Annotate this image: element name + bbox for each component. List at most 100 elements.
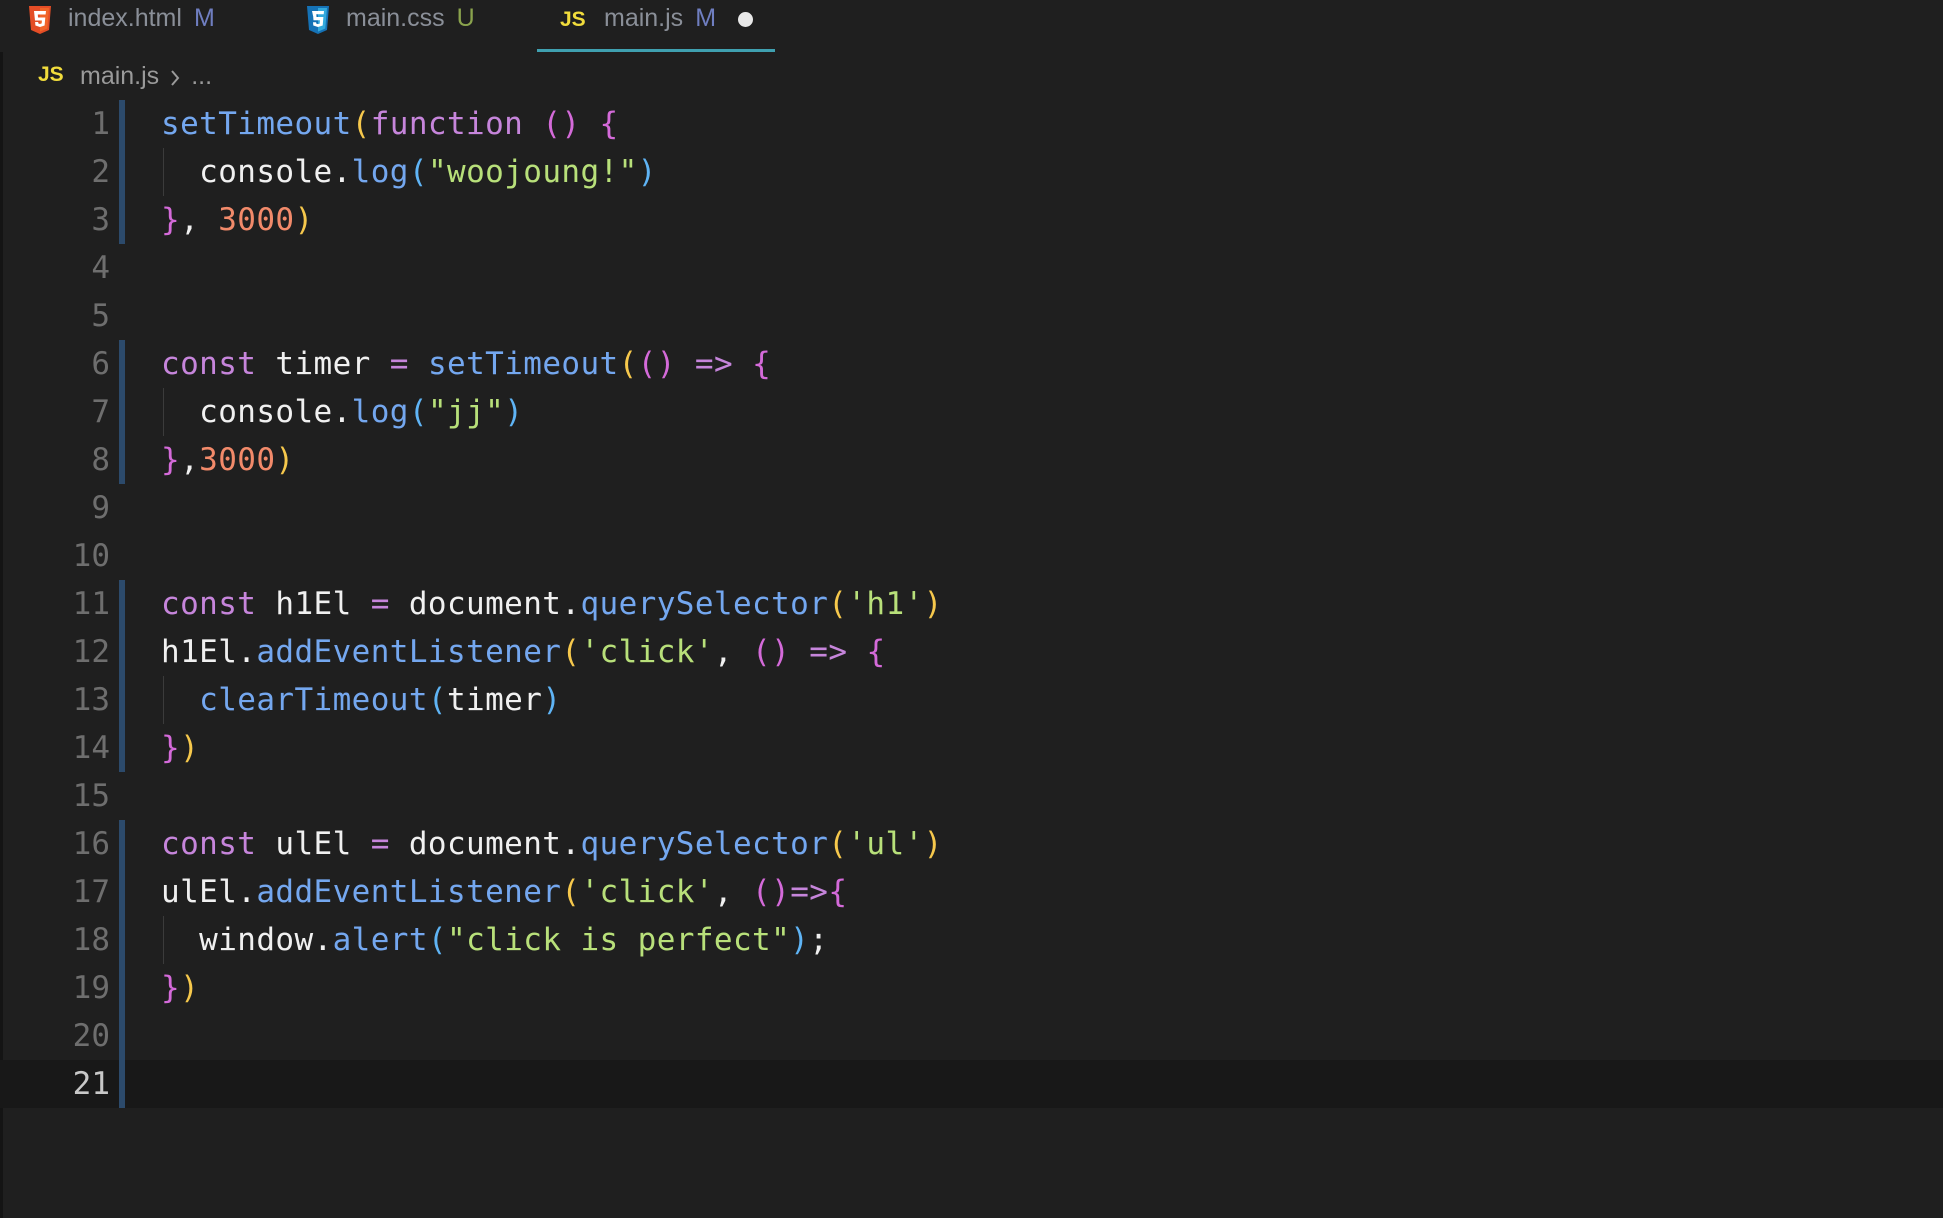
git-modified-gutter-marker[interactable]: [119, 196, 125, 244]
code-content[interactable]: }): [161, 964, 1943, 1012]
breadcrumb-file[interactable]: main.js: [80, 62, 159, 91]
code-token: .: [237, 874, 257, 910]
code-content[interactable]: console.log("woojoung!"): [161, 148, 1943, 196]
code-content[interactable]: window.alert("click is perfect");: [161, 916, 1943, 964]
code-content[interactable]: },3000): [161, 436, 1943, 484]
code-content[interactable]: [161, 292, 1943, 340]
code-content[interactable]: ulEl.addEventListener('click', ()=>{: [161, 868, 1943, 916]
line-number: 7: [91, 394, 110, 430]
code-token: 'h1': [847, 586, 924, 622]
code-token: (: [828, 586, 848, 622]
code-content[interactable]: [161, 244, 1943, 292]
code-content[interactable]: }, 3000): [161, 196, 1943, 244]
code-token: }: [161, 730, 181, 766]
git-modified-gutter-marker[interactable]: [119, 868, 125, 916]
code-line[interactable]: 19}): [0, 964, 1943, 1012]
code-token: .: [313, 922, 333, 958]
code-line[interactable]: 3}, 3000): [0, 196, 1943, 244]
code-line[interactable]: 11 const h1El = document.querySelector('h…: [0, 580, 1943, 628]
line-number: 8: [91, 442, 110, 478]
code-token: (: [561, 634, 581, 670]
code-content[interactable]: [161, 532, 1943, 580]
line-number: 5: [91, 298, 110, 334]
code-token: setTimeout: [161, 106, 352, 142]
code-line[interactable]: 14}): [0, 724, 1943, 772]
code-text: setTimeout(function () {: [161, 106, 619, 142]
code-line[interactable]: 17 ulEl.addEventListener('click', ()=>{: [0, 868, 1943, 916]
code-text: window.alert("click is perfect");: [161, 922, 828, 958]
code-line[interactable]: 1 setTimeout(function () {: [0, 100, 1943, 148]
code-content[interactable]: const ulEl = document.querySelector('ul'…: [161, 820, 1943, 868]
code-content[interactable]: [161, 484, 1943, 532]
code-token: .: [561, 586, 581, 622]
code-token: (): [752, 634, 791, 670]
code-content[interactable]: [161, 1060, 1943, 1108]
code-line[interactable]: 15: [0, 772, 1943, 820]
git-modified-gutter-marker[interactable]: [119, 100, 125, 148]
line-number: 9: [91, 490, 110, 526]
code-text: const ulEl = document.querySelector('ul'…: [161, 826, 943, 862]
code-token: {: [752, 346, 772, 382]
code-token: "click is perfect": [447, 922, 791, 958]
code-text: },3000): [161, 442, 295, 478]
code-token: ): [180, 730, 200, 766]
code-line[interactable]: 12 h1El.addEventListener('click', () => {: [0, 628, 1943, 676]
line-number: 4: [91, 250, 110, 286]
code-token: {: [866, 634, 886, 670]
code-token: const: [161, 826, 257, 862]
tab-main-css[interactable]: main.css U: [304, 0, 475, 52]
git-modified-gutter-marker[interactable]: [119, 1060, 125, 1108]
breadcrumb-symbols[interactable]: ...: [191, 62, 212, 91]
git-modified-gutter-marker[interactable]: [119, 1012, 125, 1060]
code-line[interactable]: 9: [0, 484, 1943, 532]
code-token: 3000: [199, 442, 276, 478]
chevron-right-icon: [169, 66, 181, 86]
code-token: window: [161, 922, 314, 958]
git-modified-gutter-marker[interactable]: [119, 916, 125, 964]
git-modified-gutter-marker[interactable]: [119, 580, 125, 628]
code-token: ,: [180, 202, 219, 238]
code-line[interactable]: 7 console.log("jj"): [0, 388, 1943, 436]
code-content[interactable]: clearTimeout(timer): [161, 676, 1943, 724]
code-content[interactable]: console.log("jj"): [161, 388, 1943, 436]
git-modified-gutter-marker[interactable]: [119, 148, 125, 196]
code-content[interactable]: }): [161, 724, 1943, 772]
code-line[interactable]: 10: [0, 532, 1943, 580]
git-modified-gutter-marker[interactable]: [119, 676, 125, 724]
code-content[interactable]: h1El.addEventListener('click', () => {: [161, 628, 1943, 676]
code-token: timer: [446, 682, 543, 718]
code-line[interactable]: 21: [0, 1060, 1943, 1108]
git-modified-gutter-marker[interactable]: [119, 628, 125, 676]
code-line[interactable]: 16 const ulEl = document.querySelector('u…: [0, 820, 1943, 868]
code-content[interactable]: const h1El = document.querySelector('h1'…: [161, 580, 1943, 628]
line-number: 20: [72, 1018, 110, 1054]
git-modified-gutter-marker[interactable]: [119, 964, 125, 1012]
git-modified-gutter-marker[interactable]: [119, 820, 125, 868]
tab-main-js[interactable]: JS main.js M: [560, 0, 754, 52]
code-line[interactable]: 5: [0, 292, 1943, 340]
git-modified-gutter-marker[interactable]: [119, 388, 125, 436]
code-editor[interactable]: 1 setTimeout(function () {2 console.log("…: [0, 100, 1943, 1108]
git-modified-gutter-marker[interactable]: [119, 436, 125, 484]
code-content[interactable]: [161, 1012, 1943, 1060]
code-token: .: [332, 394, 352, 430]
code-token: =: [389, 346, 409, 382]
code-content[interactable]: [161, 772, 1943, 820]
code-content[interactable]: const timer = setTimeout(() => {: [161, 340, 1943, 388]
code-line[interactable]: 8 },3000): [0, 436, 1943, 484]
code-line[interactable]: 2 console.log("woojoung!"): [0, 148, 1943, 196]
code-line[interactable]: 20: [0, 1012, 1943, 1060]
unsaved-changes-dot[interactable]: [738, 12, 754, 27]
code-content[interactable]: setTimeout(function () {: [161, 100, 1943, 148]
active-tab-indicator: [537, 49, 775, 52]
code-line[interactable]: 18 window.alert("click is perfect");: [0, 916, 1943, 964]
code-line[interactable]: 6 const timer = setTimeout(() => {: [0, 340, 1943, 388]
code-line[interactable]: 13 clearTimeout(timer): [0, 676, 1943, 724]
git-modified-gutter-marker[interactable]: [119, 724, 125, 772]
code-token: .: [332, 154, 352, 190]
code-text: const timer = setTimeout(() => {: [161, 346, 771, 382]
tab-index-html[interactable]: index.html M: [26, 0, 215, 52]
code-line[interactable]: 4: [0, 244, 1943, 292]
git-modified-gutter-marker[interactable]: [119, 340, 125, 388]
